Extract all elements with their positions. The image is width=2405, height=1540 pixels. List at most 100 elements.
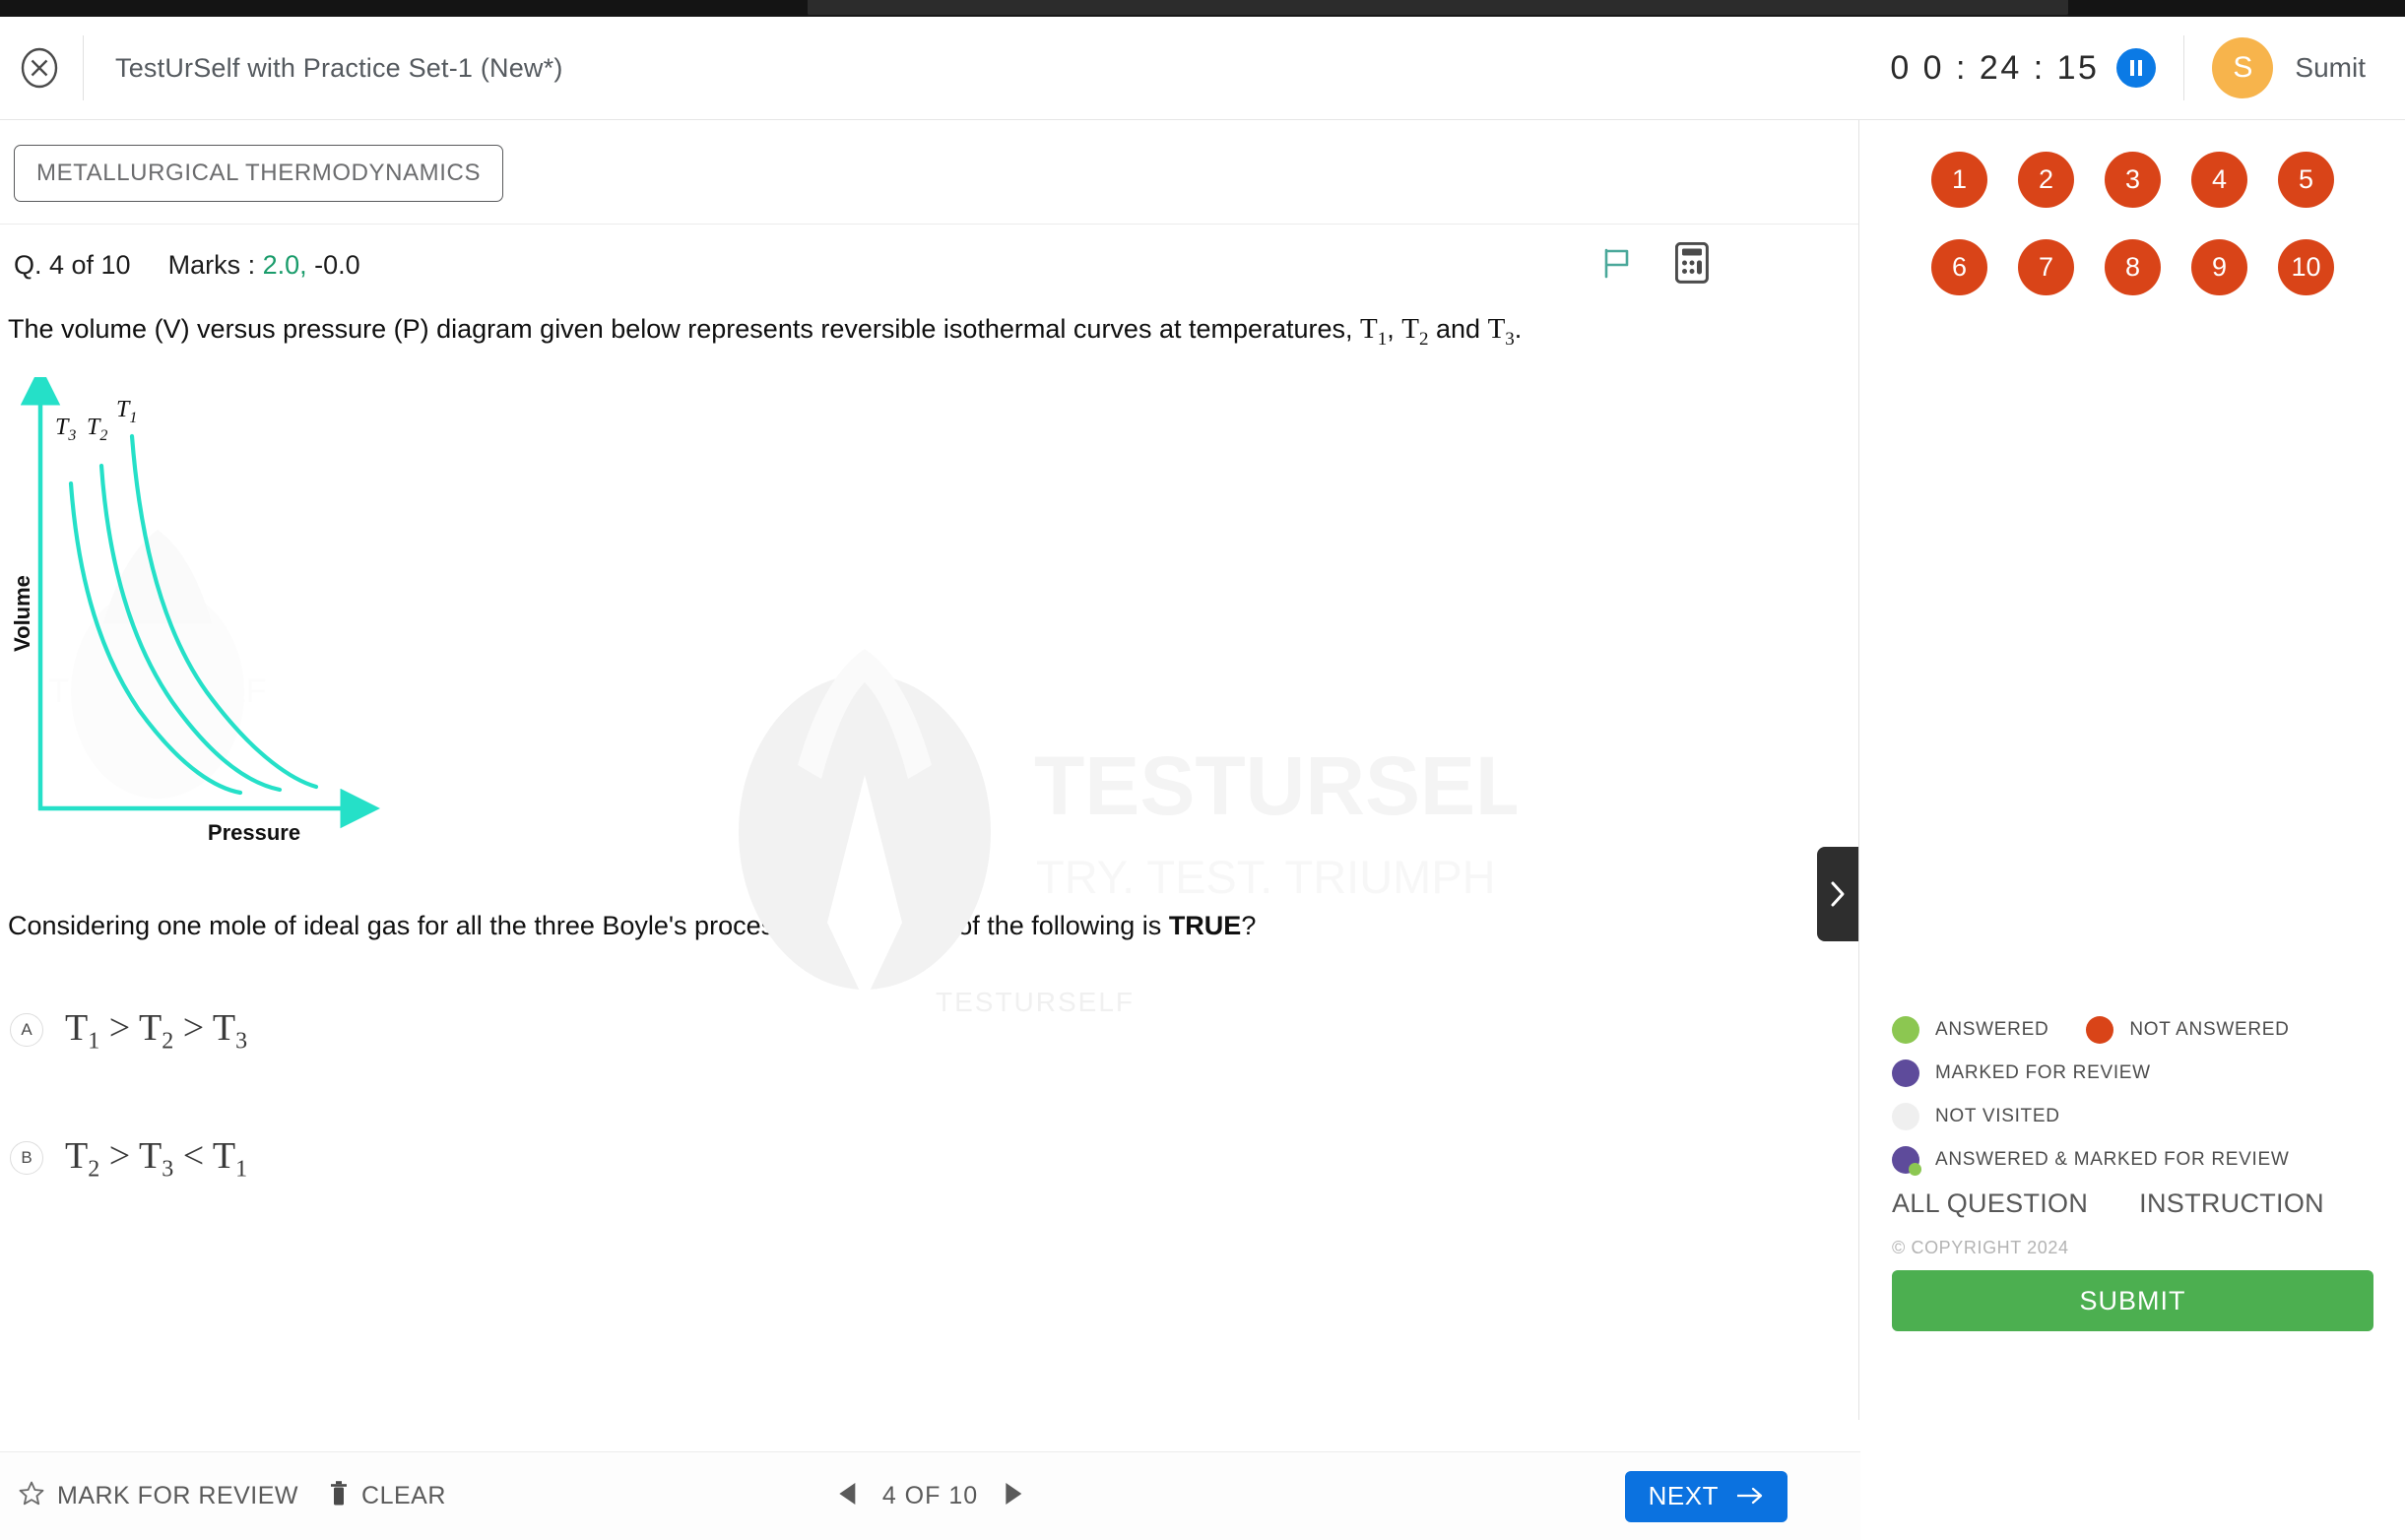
marks-label: Marks :: [167, 250, 263, 280]
question-counter: Q. 4 of 10: [14, 250, 131, 280]
question-pane: METALLURGICAL THERMODYNAMICS Q. 4 of 10 …: [0, 120, 1859, 1420]
browser-chrome-bar: [0, 0, 2405, 17]
flag-icon[interactable]: [1602, 247, 1632, 279]
stem-var-t2: T2: [1401, 313, 1429, 350]
main-body: METALLURGICAL THERMODYNAMICS Q. 4 of 10 …: [0, 120, 2405, 1540]
legend-line-1: ANSWERED NOT ANSWERED: [1892, 1016, 2384, 1044]
pager-label: 4 OF 10: [881, 1482, 979, 1509]
legend-dot-answered-marked: [1892, 1146, 1921, 1176]
legend-label-answered: ANSWERED: [1935, 1019, 2049, 1040]
chrome-segment-left: [0, 0, 808, 17]
copyright-text: © COPYRIGHT 2024: [1892, 1238, 2069, 1257]
curve-label-T1: T1: [116, 397, 137, 426]
palette-q8[interactable]: 8: [2105, 239, 2161, 295]
legend-label-not-visited: NOT VISITED: [1935, 1106, 2060, 1126]
marks-block: Marks : 2.0, -0.0: [168, 250, 360, 281]
subject-chip[interactable]: METALLURGICAL THERMODYNAMICS: [14, 145, 504, 202]
stem-end: .: [1514, 314, 1523, 344]
stem-var-t3: T3: [1487, 313, 1515, 350]
bottom-action-bar: MARK FOR REVIEW CLEAR 4 OF 10 NEXT: [0, 1451, 1860, 1540]
countdown-timer: 0 0 : 24 : 15: [1890, 48, 2100, 87]
question-stem: The volume (V) versus pressure (P) diagr…: [8, 310, 1840, 352]
option-a[interactable]: A T1 > T2 > T3: [10, 989, 1858, 1071]
palette-links: ALL QUESTION INSTRUCTION: [1892, 1188, 2324, 1219]
question-palette-pane: 1 2 3 4 5 6 7 8 9 10 ANSWERED NOT ANSWER…: [1860, 120, 2405, 1420]
legend-dot-not-answered: [2086, 1016, 2114, 1044]
header-divider-2: [2183, 35, 2185, 100]
chevron-right-icon[interactable]: [1817, 847, 1858, 941]
palette-q2[interactable]: 2: [2018, 152, 2074, 208]
subject-row: METALLURGICAL THERMODYNAMICS: [0, 120, 1858, 202]
question-prompt: Considering one mole of ideal gas for al…: [8, 911, 1682, 941]
legend-line-4: ANSWERED & MARKED FOR REVIEW: [1892, 1146, 2384, 1176]
stem-var-t1: T1: [1360, 313, 1388, 350]
status-legend: ANSWERED NOT ANSWERED MARKED FOR REVIEW …: [1892, 1016, 2384, 1189]
mark-for-review-label: MARK FOR REVIEW: [57, 1482, 299, 1509]
pause-icon[interactable]: [2116, 48, 2157, 88]
x-axis-label: Pressure: [208, 820, 300, 845]
legend-label-marked: MARKED FOR REVIEW: [1935, 1062, 2151, 1083]
next-button[interactable]: NEXT: [1624, 1470, 1788, 1522]
stem-sep-2: and: [1428, 314, 1488, 344]
watermark-tagline: TRY. TEST. TRIUMPH: [1036, 851, 1496, 903]
question-stem-part1: The volume (V) versus pressure (P) diagr…: [8, 314, 1361, 344]
chrome-segment-right: [2068, 0, 2405, 17]
prompt-part1: Considering one mole of ideal gas for al…: [8, 911, 1169, 941]
palette-q6[interactable]: 6: [1931, 239, 1987, 295]
avatar: S: [2212, 37, 2274, 98]
palette-q5[interactable]: 5: [2278, 152, 2334, 208]
legend-dot-marked: [1892, 1059, 1919, 1087]
star-icon: [18, 1480, 45, 1512]
triangle-left-icon[interactable]: [837, 1482, 857, 1510]
trash-icon: [328, 1480, 350, 1512]
legend-label-not-answered: NOT ANSWERED: [2129, 1019, 2290, 1040]
palette-q1[interactable]: 1: [1931, 152, 1987, 208]
legend-dot-not-visited: [1892, 1103, 1919, 1130]
palette-q4[interactable]: 4: [2191, 152, 2247, 208]
clear-button[interactable]: CLEAR: [328, 1480, 446, 1512]
legend-line-2: MARKED FOR REVIEW: [1892, 1059, 2384, 1087]
marks-negative: -0.0: [314, 250, 360, 280]
user-name: Sumit: [2295, 52, 2366, 83]
palette-q3[interactable]: 3: [2105, 152, 2161, 208]
option-b-text: T2 > T3 < T1: [65, 1134, 248, 1183]
legend-line-3: NOT VISITED: [1892, 1103, 2384, 1130]
question-palette: 1 2 3 4 5 6 7 8 9 10: [1860, 120, 2405, 295]
all-question-link[interactable]: ALL QUESTION: [1892, 1188, 2088, 1219]
palette-q7[interactable]: 7: [2018, 239, 2074, 295]
palette-q9[interactable]: 9: [2191, 239, 2247, 295]
prompt-emphasis: TRUE: [1168, 911, 1242, 941]
submit-button[interactable]: SUBMIT: [1892, 1270, 2373, 1331]
marks-positive: 2.0,: [262, 250, 307, 280]
palette-q10[interactable]: 10: [2278, 239, 2334, 295]
question-meta-row: Q. 4 of 10 Marks : 2.0, -0.0: [0, 225, 1858, 284]
stem-sep-1: ,: [1387, 314, 1402, 344]
instruction-link[interactable]: INSTRUCTION: [2139, 1188, 2324, 1219]
exam-title: TestUrSelf with Practice Set-1 (New*): [115, 52, 563, 83]
question-tools: [1602, 242, 1709, 284]
header-divider: [83, 35, 84, 100]
option-a-badge: A: [10, 1013, 43, 1048]
triangle-right-icon[interactable]: [1004, 1482, 1023, 1510]
header-right-group: 0 0 : 24 : 15 S Sumit: [1890, 17, 2405, 119]
y-axis-label: Volume: [10, 576, 34, 653]
legend-label-answered-marked: ANSWERED & MARKED FOR REVIEW: [1935, 1149, 2290, 1170]
mark-for-review-button[interactable]: MARK FOR REVIEW: [18, 1480, 298, 1512]
watermark-brand: TESTURSELF: [1034, 739, 1517, 832]
palette-row-2: 6 7 8 9 10: [1931, 239, 2334, 295]
calculator-icon[interactable]: [1675, 242, 1709, 284]
prompt-end: ?: [1241, 911, 1257, 941]
arrow-right-icon: [1736, 1481, 1764, 1511]
app-header: TestUrSelf with Practice Set-1 (New*) 0 …: [0, 17, 2405, 120]
pv-isotherm-figure: TESTURSELF T3 T2 T1 Volume Pressure: [10, 365, 1093, 889]
legend-dot-answered: [1892, 1016, 1919, 1044]
question-pager: 4 OF 10: [837, 1482, 1023, 1510]
curve-label-T3: T3: [55, 415, 76, 444]
option-b-badge: B: [10, 1141, 43, 1176]
next-label: NEXT: [1648, 1481, 1719, 1510]
chrome-segment-center: [808, 0, 2068, 15]
option-b[interactable]: B T2 > T3 < T1: [10, 1117, 1858, 1199]
option-a-text: T1 > T2 > T3: [65, 1006, 248, 1055]
pv-isotherm-svg: TESTURSELF T3 T2 T1 Volume Pressure: [10, 365, 380, 845]
close-circle-icon[interactable]: [16, 44, 63, 92]
